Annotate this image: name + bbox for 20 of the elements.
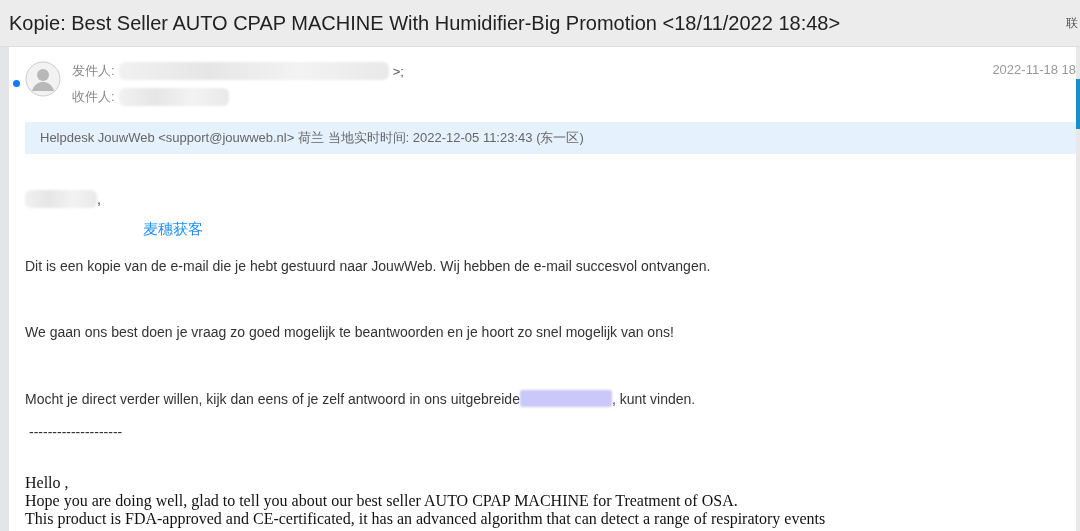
scrollbar-thumb[interactable] (1076, 79, 1080, 129)
body-paragraph: Dit is een kopie van de e-mail die je hebt gestuurd naar JouwWeb. Wij hebben de e-mail succesvol ontvangen. (25, 258, 712, 274)
avatar-icon (25, 61, 61, 97)
separator-text: -------------------- (29, 424, 124, 440)
toolbar-label[interactable]: 联 (1066, 14, 1080, 32)
body-line: Hope you are doing well, glad to tell you about our best seller AUTO CPAP MACHINE for Treatment of OSA. (25, 492, 739, 510)
blurred-name (25, 190, 97, 208)
window-title: Kopie: Best Seller AUTO CPAP MACHINE With Humidifier-Big Promotion <18/11/2022 18:48> (9, 11, 841, 35)
recipient-label: 收件人: (72, 88, 115, 106)
sender-banner: Helpdesk JouwWeb <support@jouwweb.nl> 荷兰 当地实时时间: 2022-12-05 11:23:43 (东一区) (25, 122, 1076, 154)
body-line: This product is FDA-approved and CE-certificated, it has an advanced algorithm that can detect a range of respiratory events (25, 510, 827, 528)
date-text: 2022-11-18 18 (992, 62, 1076, 77)
body-paragraph: Mocht je direct verder willen, kijk dan eens of je zelf antwoord in ons uitgebreide (25, 390, 520, 407)
body-paragraph: We gaan ons best doen je vraag zo goed mogelijk te beantwoorden en je hoort zo snel mogelijk van ons! (25, 324, 675, 340)
sender-label: 发件人: (72, 62, 115, 80)
body-paragraph: , kunt vinden. (611, 390, 696, 407)
brand-text: 麦穗获客 (143, 220, 204, 239)
body-line: Hello , (25, 474, 70, 492)
greeting-comma: , (97, 191, 101, 207)
sender-suffix: >; (392, 63, 404, 79)
